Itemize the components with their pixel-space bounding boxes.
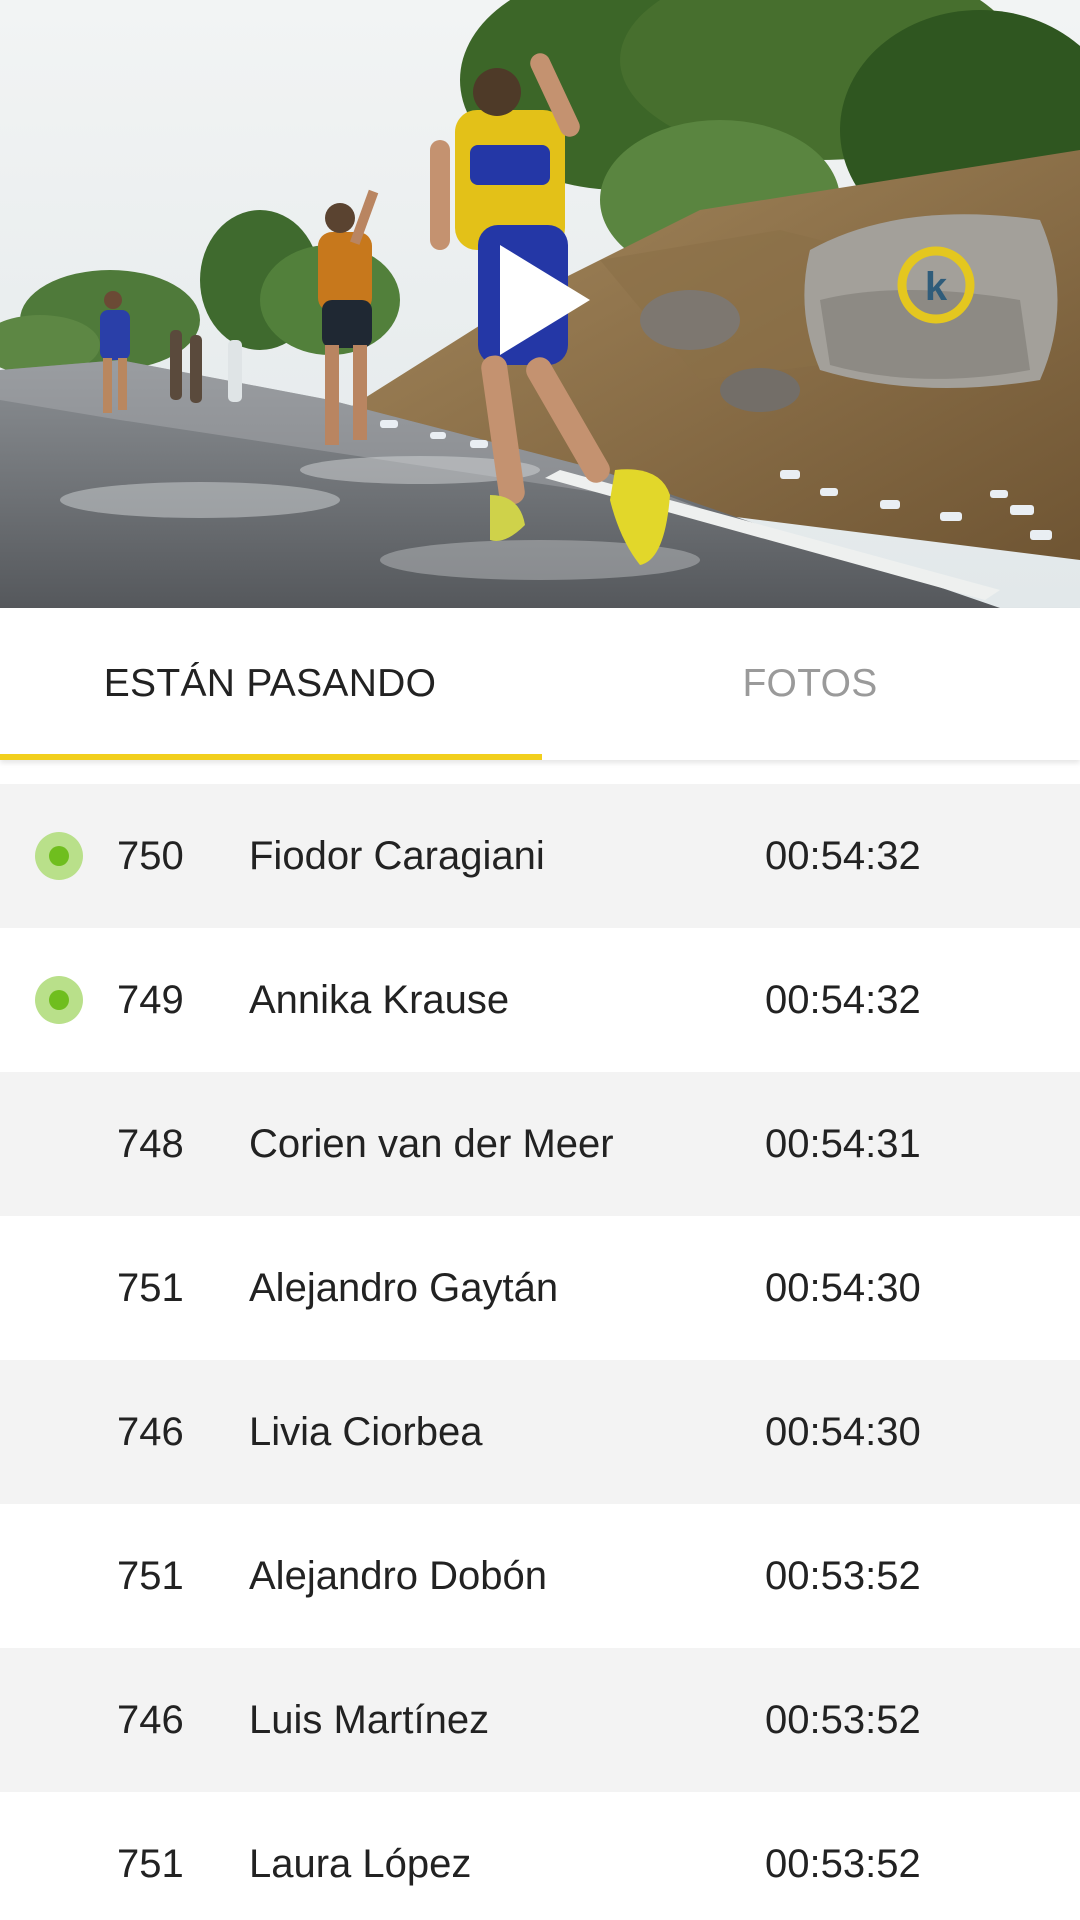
list-item[interactable]: 750 Fiodor Caragiani 00:54:32 [0, 784, 1080, 928]
video-player[interactable]: k [0, 0, 1080, 608]
list-item[interactable]: 746 Luis Martínez 00:53:52 [0, 1648, 1080, 1792]
tab-bar: ESTÁN PASANDO FOTOS [0, 608, 1080, 760]
svg-text:k: k [925, 265, 948, 309]
runner-name: Alejandro Dobón [249, 1554, 547, 1598]
live-status-icon [35, 976, 83, 1024]
split-time: 00:54:30 [765, 1266, 921, 1310]
list-item[interactable]: 751 Alejandro Dobón 00:53:52 [0, 1504, 1080, 1648]
tab-photos[interactable]: FOTOS [540, 608, 1080, 760]
split-time: 00:53:52 [765, 1698, 921, 1742]
runner-name: Livia Ciorbea [249, 1410, 483, 1454]
split-time: 00:54:31 [765, 1122, 921, 1166]
tab-photos-label: FOTOS [742, 662, 878, 705]
list-item[interactable]: 748 Corien van der Meer 00:54:31 [0, 1072, 1080, 1216]
list-item[interactable]: 751 Alejandro Gaytán 00:54:30 [0, 1216, 1080, 1360]
play-button[interactable] [490, 240, 600, 360]
runner-name: Annika Krause [249, 978, 510, 1022]
tab-live[interactable]: ESTÁN PASANDO [0, 608, 540, 760]
split-time: 00:53:52 [765, 1554, 921, 1598]
bib-number: 749 [117, 978, 184, 1022]
split-time: 00:54:32 [765, 834, 921, 878]
live-status-icon [35, 832, 83, 880]
runner-name: Corien van der Meer [249, 1122, 614, 1166]
split-time: 00:54:30 [765, 1410, 921, 1454]
active-tab-indicator [0, 754, 542, 760]
bib-number: 751 [117, 1266, 184, 1310]
runner-list[interactable]: 750 Fiodor Caragiani 00:54:32 749 Annika… [0, 784, 1080, 1920]
runner-name: Alejandro Gaytán [249, 1266, 559, 1310]
list-item[interactable]: 749 Annika Krause 00:54:32 [0, 928, 1080, 1072]
bib-number: 750 [117, 834, 184, 878]
bib-number: 751 [117, 1842, 184, 1886]
split-time: 00:54:32 [765, 978, 921, 1022]
runner-name: Laura López [249, 1842, 472, 1886]
tab-live-label: ESTÁN PASANDO [103, 662, 437, 705]
bib-number: 746 [117, 1698, 184, 1742]
bib-number: 748 [117, 1122, 184, 1166]
list-item[interactable]: 751 Laura López 00:53:52 [0, 1792, 1080, 1920]
list-item[interactable]: 746 Livia Ciorbea 00:54:30 [0, 1360, 1080, 1504]
bib-number: 751 [117, 1554, 184, 1598]
runner-name: Luis Martínez [249, 1698, 490, 1742]
bib-number: 746 [117, 1410, 184, 1454]
split-time: 00:53:52 [765, 1842, 921, 1886]
runner-name: Fiodor Caragiani [249, 834, 545, 878]
app-screen: k ESTÁN PASANDO FOTOS 750 Fiodor Caragia… [0, 0, 1080, 1920]
play-icon [500, 245, 590, 355]
